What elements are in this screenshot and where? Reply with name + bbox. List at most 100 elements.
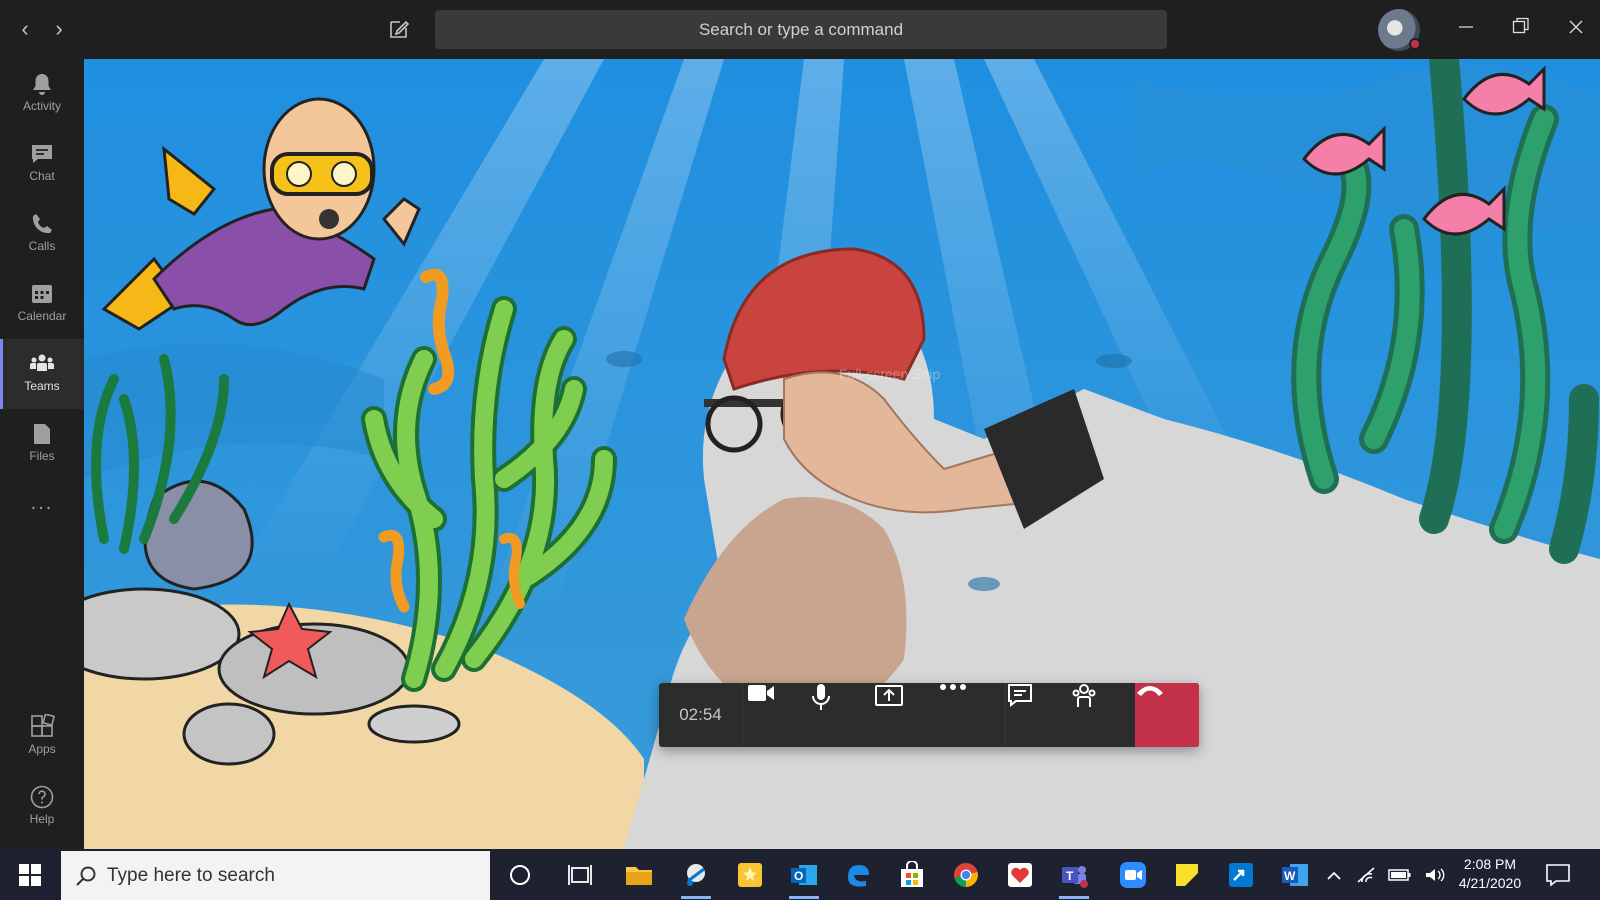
cortana-button[interactable]	[501, 856, 539, 894]
chevron-up-icon[interactable]	[1326, 869, 1342, 881]
close-button[interactable]	[1556, 10, 1596, 48]
calendar-icon	[32, 285, 52, 303]
rail-label: Calls	[28, 239, 56, 253]
taskbar-app-outlook[interactable]: O	[785, 856, 823, 899]
taskbar-app-remote-desktop[interactable]	[1222, 856, 1260, 894]
hang-up-button[interactable]	[1135, 683, 1199, 747]
heart-app-icon	[1008, 863, 1032, 887]
battery-icon[interactable]	[1388, 868, 1412, 882]
participants-icon	[1072, 684, 1096, 707]
share-screen-button[interactable]	[875, 683, 939, 747]
minimize-button[interactable]	[1446, 10, 1486, 48]
conversation-button[interactable]	[1007, 683, 1071, 747]
start-button[interactable]	[0, 849, 60, 900]
snip-overlay-hint: Full-screen Snip	[839, 366, 941, 382]
taskbar-app-health[interactable]	[1001, 856, 1039, 894]
rail-item-help[interactable]: Help	[0, 772, 84, 842]
camera-toggle-button[interactable]	[747, 683, 811, 747]
participants-button[interactable]	[1071, 683, 1135, 747]
windows-taskbar: Type here to search O T W 2:08 PM 4/21/2…	[0, 849, 1600, 900]
rail-item-apps[interactable]: Apps	[0, 702, 84, 772]
snip-sketch-icon	[687, 864, 705, 886]
zoom-icon	[1120, 862, 1146, 888]
divider	[1005, 683, 1006, 747]
back-arrow-icon[interactable]: ‹	[10, 14, 40, 44]
taskbar-app-chrome[interactable]	[947, 856, 985, 894]
taskbar-app-word[interactable]: W	[1276, 856, 1314, 894]
teams-window: ‹ › Search or type a command Activity Ch…	[0, 0, 1600, 900]
call-controls-bar: 02:54	[659, 683, 1199, 747]
taskbar-app-sticky-notes-2[interactable]	[1168, 856, 1206, 894]
microphone-toggle-button[interactable]	[811, 683, 875, 747]
search-icon	[76, 866, 96, 886]
video-stage: Full-screen Snip 02:54	[84, 59, 1600, 849]
cortana-icon	[510, 865, 530, 885]
rail-item-files[interactable]: Files	[0, 409, 84, 479]
microphone-icon	[812, 684, 830, 710]
taskbar-app-store[interactable]	[893, 856, 931, 894]
taskbar-app-teams[interactable]: T	[1055, 856, 1093, 899]
action-center-button[interactable]	[1544, 861, 1572, 889]
rail-label: Files	[29, 449, 55, 463]
task-view-button[interactable]	[561, 856, 599, 894]
rail-item-teams[interactable]: Teams	[0, 339, 84, 409]
task-view-icon	[568, 865, 592, 885]
restore-button[interactable]	[1501, 10, 1541, 48]
rail-item-chat[interactable]: Chat	[0, 129, 84, 199]
rail-label: Teams	[24, 379, 60, 393]
hang-up-icon	[1137, 686, 1163, 696]
teams-icon	[30, 354, 54, 371]
rail-item-activity[interactable]: Activity	[0, 59, 84, 129]
forward-arrow-icon[interactable]: ›	[44, 14, 74, 44]
folder-icon	[626, 867, 652, 885]
share-screen-icon	[875, 685, 903, 706]
sticky-notes-icon	[738, 863, 762, 887]
bell-icon	[33, 74, 51, 95]
taskbar-app-snip-sketch[interactable]	[677, 856, 715, 899]
windows-logo-icon	[19, 863, 41, 886]
running-indicator	[1059, 896, 1089, 899]
sticky-note-icon	[1176, 864, 1198, 886]
camera-icon	[748, 685, 774, 701]
more-options-icon	[940, 684, 966, 690]
more-apps-button[interactable]: ...	[0, 492, 84, 515]
teams-app-icon: T	[1062, 866, 1088, 888]
rail-item-calendar[interactable]: Calendar	[0, 269, 84, 339]
profile-avatar[interactable]	[1378, 9, 1421, 51]
volume-icon[interactable]	[1424, 866, 1446, 884]
taskbar-app-edge[interactable]	[839, 856, 877, 894]
wifi-icon[interactable]	[1356, 866, 1376, 884]
clock-date: 4/21/2020	[1458, 875, 1522, 891]
running-indicator	[681, 896, 711, 899]
taskbar-search-box[interactable]: Type here to search	[61, 851, 490, 900]
app-bar: Activity Chat Calls Calendar Teams Files…	[0, 59, 84, 849]
presence-busy-badge	[1409, 38, 1421, 50]
rail-label: Apps	[28, 742, 56, 756]
command-search-input[interactable]: Search or type a command	[435, 10, 1167, 49]
help-icon	[30, 785, 54, 809]
edge-icon	[848, 865, 869, 887]
chat-icon	[1008, 684, 1032, 707]
svg-text:T: T	[1066, 869, 1074, 883]
taskbar-app-zoom[interactable]	[1114, 856, 1152, 894]
taskbar-app-sticky-notes[interactable]	[731, 856, 769, 894]
taskbar-app-file-explorer[interactable]	[620, 856, 658, 894]
rail-label: Help	[29, 812, 55, 826]
file-icon	[34, 424, 50, 444]
svg-text:O: O	[794, 869, 803, 883]
running-indicator	[789, 896, 819, 899]
system-tray	[1326, 849, 1446, 900]
outlook-icon: O	[791, 865, 817, 885]
new-chat-compose-icon[interactable]	[386, 16, 412, 42]
apps-icon	[31, 714, 55, 737]
rail-label: Calendar	[17, 309, 67, 323]
title-bar: ‹ › Search or type a command	[0, 0, 1600, 59]
svg-text:W: W	[1284, 869, 1296, 883]
more-options-button[interactable]	[939, 683, 1003, 747]
taskbar-clock[interactable]: 2:08 PM 4/21/2020	[1445, 855, 1535, 893]
rail-label: Activity	[22, 99, 61, 113]
remote-desktop-icon	[1229, 863, 1253, 887]
word-icon: W	[1282, 864, 1308, 886]
taskbar-search-placeholder: Type here to search	[107, 864, 275, 886]
rail-item-calls[interactable]: Calls	[0, 199, 84, 269]
